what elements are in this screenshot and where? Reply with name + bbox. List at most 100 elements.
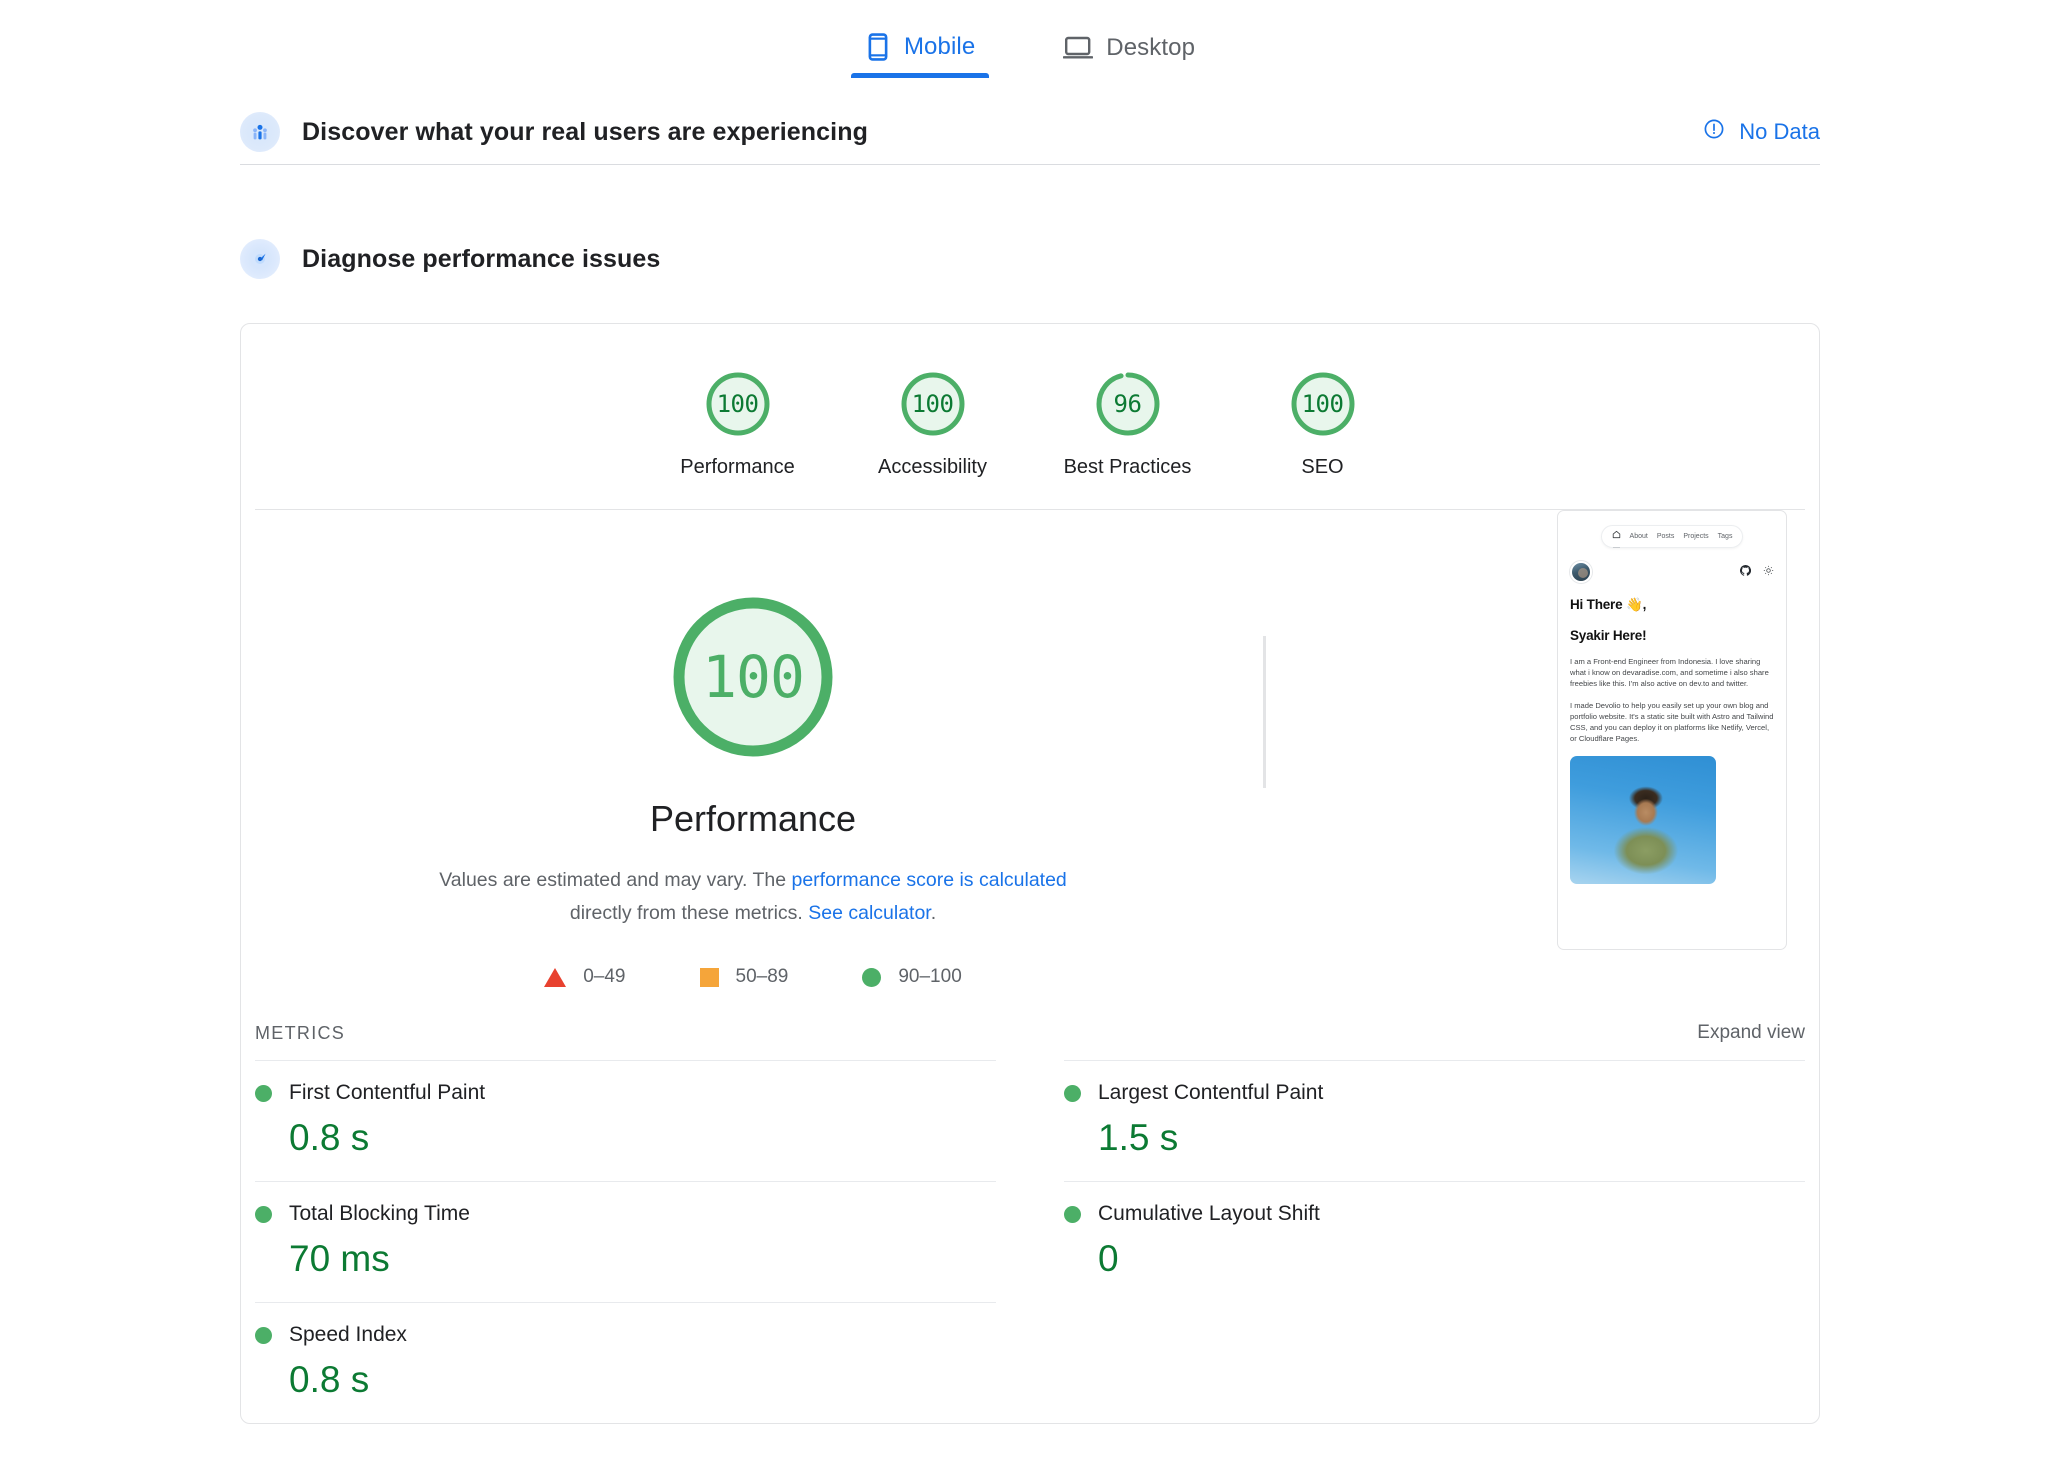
- section-divider: [240, 164, 1820, 165]
- field-data-header: Discover what your real users are experi…: [240, 100, 1820, 164]
- thumbnail-nav-projects: Projects: [1683, 532, 1709, 540]
- gauge-seo[interactable]: 100 SEO: [1225, 368, 1420, 479]
- desktop-icon: [1063, 35, 1094, 61]
- metric-value: 0: [1098, 1238, 1119, 1279]
- metric-value: 0.8 s: [289, 1359, 370, 1400]
- metric-value: 1.5 s: [1098, 1117, 1179, 1158]
- metric-label-row: First Contentful Paint: [255, 1081, 996, 1105]
- thumbnail-nav-about: About: [1629, 532, 1648, 540]
- performance-gauge-title: Performance: [649, 798, 857, 839]
- metric-cumulative-layout-shift[interactable]: Cumulative Layout Shift 0: [1064, 1181, 1805, 1302]
- metric-value: 0.8 s: [289, 1117, 370, 1158]
- github-icon: [1739, 565, 1752, 579]
- no-data-status[interactable]: No Data: [1703, 118, 1820, 146]
- gauge-label-seo: SEO: [1301, 456, 1344, 478]
- status-dot-icon: [255, 1205, 272, 1223]
- legend-average: 50–89: [699, 966, 789, 988]
- legend-poor: 0–49: [544, 966, 626, 988]
- thumbnail-nav-posts: Posts: [1656, 532, 1675, 540]
- metric-first-contentful-paint[interactable]: First Contentful Paint 0.8 s: [255, 1060, 996, 1181]
- gauge-ring-accessibility: 100: [897, 368, 969, 440]
- main-score-column: 100 Performance Values are estimated and…: [241, 586, 1265, 988]
- metric-label-row: Speed Index: [255, 1323, 996, 1347]
- metric-name: Total Blocking Time: [289, 1202, 470, 1225]
- metric-largest-contentful-paint[interactable]: Largest Contentful Paint 1.5 s: [1064, 1060, 1805, 1181]
- thumbnail-paragraph-1: I am a Front-end Engineer from Indonesia…: [1570, 656, 1769, 688]
- score-legend: 0–49 50–89 90–100: [544, 966, 962, 988]
- lab-data-header: Diagnose performance issues: [240, 227, 1820, 291]
- metric-label-row: Largest Contentful Paint: [1064, 1081, 1805, 1105]
- disclaimer-text-mid: directly from these metrics.: [569, 902, 809, 924]
- metrics-header: METRICS Expand view: [241, 1022, 1819, 1044]
- metric-name: Speed Index: [289, 1323, 407, 1346]
- device-tabs: Mobile Desktop: [0, 0, 2060, 78]
- tab-desktop[interactable]: Desktop: [1049, 34, 1209, 78]
- lab-data-title: Diagnose performance issues: [302, 244, 661, 273]
- score-disclaimer: Values are estimated and may vary. The p…: [433, 864, 1073, 930]
- gauge-ring-best-practices: 96: [1092, 368, 1164, 440]
- thumbnail-nav: About Posts Projects Tags: [1600, 525, 1744, 549]
- expand-view-button[interactable]: Expand view: [1697, 1022, 1805, 1044]
- metric-total-blocking-time[interactable]: Total Blocking Time 70 ms: [255, 1181, 996, 1302]
- gauge-label-accessibility: Accessibility: [878, 456, 987, 478]
- legend-poor-range: 0–49: [583, 966, 626, 987]
- metric-name: Cumulative Layout Shift: [1098, 1202, 1320, 1225]
- gauge-accessibility[interactable]: 100 Accessibility: [835, 368, 1030, 479]
- gauge-performance[interactable]: 100 Performance: [640, 368, 835, 479]
- performance-gauge: 100: [662, 586, 844, 768]
- users-icon: [240, 112, 280, 152]
- mobile-icon: [865, 32, 891, 62]
- person-in-hoodie-photo: [1570, 755, 1716, 884]
- metric-value: 70 ms: [289, 1238, 390, 1279]
- tab-desktop-label: Desktop: [1106, 34, 1196, 61]
- thumbnail-heading-line1: Hi There 👋,: [1570, 597, 1647, 613]
- vertical-divider: [1263, 636, 1266, 788]
- thumbnail-paragraph-2: I made Devolio to help you easily set up…: [1570, 700, 1774, 743]
- gauge-label-performance: Performance: [680, 456, 795, 478]
- status-dot-icon: [1064, 1205, 1081, 1223]
- disclaimer-text-pre: Values are estimated and may vary. The: [439, 869, 792, 891]
- tab-mobile-label: Mobile: [903, 33, 976, 60]
- metric-name: Largest Contentful Paint: [1098, 1081, 1324, 1104]
- status-dot-icon: [255, 1084, 272, 1102]
- metrics-title: METRICS: [255, 1022, 346, 1043]
- metric-speed-index[interactable]: Speed Index 0.8 s: [255, 1302, 996, 1423]
- theme-sun-icon: [1763, 565, 1774, 579]
- gauge-score-seo: 100: [1301, 390, 1344, 418]
- metric-name: First Contentful Paint: [289, 1081, 486, 1104]
- disclaimer-text-end: .: [930, 902, 937, 924]
- see-calculator-link[interactable]: See calculator: [808, 902, 931, 924]
- main-score-area: 100 Performance Values are estimated and…: [241, 510, 1819, 988]
- performance-score-value: 100: [702, 643, 805, 711]
- metrics-grid: First Contentful Paint 0.8 s Total Block…: [241, 1060, 1819, 1423]
- metric-label-row: Cumulative Layout Shift: [1064, 1202, 1805, 1226]
- gauge-ring-seo: 100: [1287, 368, 1359, 440]
- gauge-icon: [240, 239, 280, 279]
- tab-mobile[interactable]: Mobile: [850, 32, 990, 78]
- gauge-score-accessibility: 100: [911, 390, 954, 418]
- no-data-label: No Data: [1739, 119, 1820, 144]
- legend-good: 90–100: [862, 966, 962, 988]
- triangle-icon: [544, 967, 567, 987]
- legend-average-range: 50–89: [735, 966, 789, 987]
- page-screenshot-preview: About Posts Projects Tags Hi There 👋, Sy…: [1557, 510, 1787, 950]
- category-gauge-row: 100 Performance 100 Accessibility 96 Bes…: [241, 324, 1819, 509]
- thumbnail-header: [1570, 561, 1774, 584]
- metric-label-row: Total Blocking Time: [255, 1202, 996, 1226]
- field-data-title: Discover what your real users are experi…: [302, 117, 868, 146]
- gauge-score-performance: 100: [716, 390, 759, 418]
- gauge-best-practices[interactable]: 96 Best Practices: [1030, 368, 1225, 479]
- home-icon: [1612, 530, 1621, 549]
- pagespeed-insights-report: Mobile Desktop Discover what your real u…: [0, 0, 2060, 1460]
- metrics-column-left: First Contentful Paint 0.8 s Total Block…: [255, 1060, 1030, 1423]
- thumbnail-heading-line2: Syakir Here!: [1570, 628, 1647, 644]
- legend-good-range: 90–100: [898, 966, 962, 987]
- gauge-ring-performance: 100: [702, 368, 774, 440]
- circle-icon: [862, 967, 882, 987]
- metrics-column-right: Largest Contentful Paint 1.5 s Cumulativ…: [1030, 1060, 1805, 1423]
- performance-score-link[interactable]: performance score is calculated: [791, 869, 1066, 891]
- site-thumbnail: About Posts Projects Tags Hi There 👋, Sy…: [1557, 510, 1787, 950]
- gauge-score-best-practices: 96: [1113, 390, 1142, 418]
- square-icon: [699, 967, 719, 987]
- gauge-label-best-practices: Best Practices: [1063, 456, 1192, 478]
